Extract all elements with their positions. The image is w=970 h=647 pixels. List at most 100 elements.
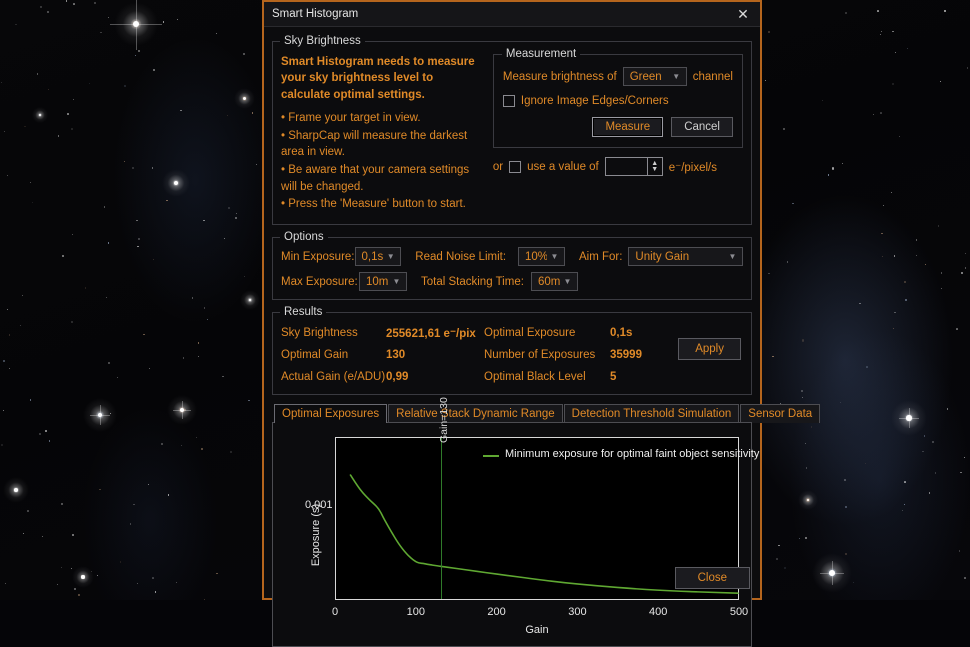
stacking-time-select[interactable]: 60m ▼ [531, 272, 578, 291]
star [183, 357, 184, 358]
star [832, 167, 834, 169]
chart-y-axis-label: Exposure (s) [310, 503, 322, 565]
star [30, 182, 31, 183]
star [894, 255, 896, 257]
star [72, 234, 73, 235]
star [108, 362, 110, 364]
star [39, 433, 41, 435]
star [166, 200, 167, 201]
cancel-button[interactable]: Cancel [671, 117, 733, 137]
star [49, 440, 50, 441]
star [866, 366, 868, 368]
result-value: 0,99 [386, 371, 484, 383]
star [845, 506, 847, 508]
star [61, 503, 62, 504]
sky-brightness-legend: Sky Brightness [280, 35, 365, 47]
star [935, 472, 936, 473]
chevron-down-icon: ▼ [669, 73, 684, 81]
options-group: Options Min Exposure: 0,1s ▼ Read Noise … [272, 237, 752, 300]
sky-value-input[interactable] [606, 158, 647, 175]
tab-optimal-exposures[interactable]: Optimal Exposures [274, 404, 387, 423]
close-button[interactable]: Close [675, 567, 750, 589]
instruction-bullets: • Frame your target in view. • SharpCap … [281, 110, 483, 213]
star [772, 356, 774, 358]
result-value: 5 [610, 371, 616, 383]
read-noise-label: Read Noise Limit: [415, 251, 518, 263]
tab-panel-optimal-exposures: Exposure (s) 0,001 Gain=130 Minimum expo… [272, 422, 752, 647]
use-value-checkbox[interactable] [509, 161, 521, 173]
result-key: Optimal Black Level [484, 371, 610, 383]
star [1, 444, 3, 446]
star [904, 481, 906, 483]
star [929, 492, 930, 493]
star [256, 164, 257, 165]
instruction-bullet: • Be aware that your camera settings wil… [281, 162, 483, 195]
star [811, 426, 812, 427]
dialog-titlebar: Smart Histogram ✕ [264, 2, 760, 27]
star [842, 163, 843, 164]
star [799, 538, 800, 539]
star [94, 2, 96, 4]
star [880, 112, 882, 114]
read-noise-select[interactable]: 10% ▼ [518, 247, 565, 266]
star [965, 267, 966, 268]
star [174, 181, 178, 185]
star [940, 81, 941, 82]
ignore-edges-checkbox[interactable] [503, 95, 515, 107]
star [204, 599, 205, 600]
star [48, 89, 49, 90]
chevron-down-icon: ▼ [389, 278, 404, 286]
star [881, 233, 883, 235]
star [71, 321, 73, 323]
chevron-down-icon: ▼ [725, 253, 740, 261]
star [829, 570, 835, 576]
tab-sensor-data[interactable]: Sensor Data [740, 404, 820, 423]
star [895, 52, 896, 53]
star [805, 537, 807, 539]
sky-brightness-group: Sky Brightness Smart Histogram needs to … [272, 41, 752, 225]
star [40, 6, 41, 7]
star [891, 192, 892, 193]
star [941, 272, 943, 274]
results-row: Sky Brightness 255621,61 e⁻/pix Optimal … [281, 322, 743, 344]
star [244, 276, 245, 277]
dialog-footer: Close [264, 560, 760, 598]
aim-for-select[interactable]: Unity Gain ▼ [628, 247, 743, 266]
star [859, 303, 860, 304]
sky-value-units: e⁻/pixel/s [669, 160, 717, 174]
result-value: 255621,61 e⁻/pix [386, 326, 484, 340]
measure-button[interactable]: Measure [592, 117, 663, 137]
sky-value-stepper[interactable]: ▲▼ [605, 157, 663, 176]
tab-detection-threshold-simulation[interactable]: Detection Threshold Simulation [564, 404, 740, 423]
measurement-group: Measurement Measure brightness of Green … [493, 54, 743, 148]
tab-strip: Optimal Exposures Relative Stack Dynamic… [272, 404, 752, 423]
star [877, 10, 879, 12]
stepper-arrows-icon[interactable]: ▲▼ [647, 158, 662, 175]
instruction-bullet: • Frame your target in view. [281, 110, 483, 127]
star [235, 217, 237, 219]
results-legend: Results [280, 306, 326, 318]
min-exposure-select[interactable]: 0,1s ▼ [355, 247, 402, 266]
chevron-down-icon: ▼ [547, 253, 562, 261]
result-key: Optimal Gain [281, 349, 386, 361]
chart-x-tick-label: 0 [332, 606, 338, 618]
star [73, 3, 75, 5]
star [138, 238, 139, 239]
apply-button[interactable]: Apply [678, 338, 741, 360]
star [71, 568, 72, 569]
instruction-bullet: • Press the 'Measure' button to start. [281, 196, 483, 213]
max-exposure-select[interactable]: 10m ▼ [359, 272, 407, 291]
channel-suffix-label: channel [693, 71, 733, 83]
channel-select[interactable]: Green ▼ [623, 67, 687, 86]
ignore-edges-label: Ignore Image Edges/Corners [521, 95, 669, 107]
tab-relative-stack-dynamic-range[interactable]: Relative Stack Dynamic Range [388, 404, 563, 423]
star [880, 34, 881, 35]
star [964, 577, 966, 579]
star [248, 400, 249, 401]
result-key: Actual Gain (e/ADU) [281, 371, 386, 383]
star [236, 213, 237, 214]
aim-for-value: Unity Gain [635, 251, 725, 263]
star [196, 437, 197, 438]
results-row: Actual Gain (e/ADU) 0,99 Optimal Black L… [281, 366, 743, 388]
close-icon[interactable]: ✕ [732, 4, 754, 24]
